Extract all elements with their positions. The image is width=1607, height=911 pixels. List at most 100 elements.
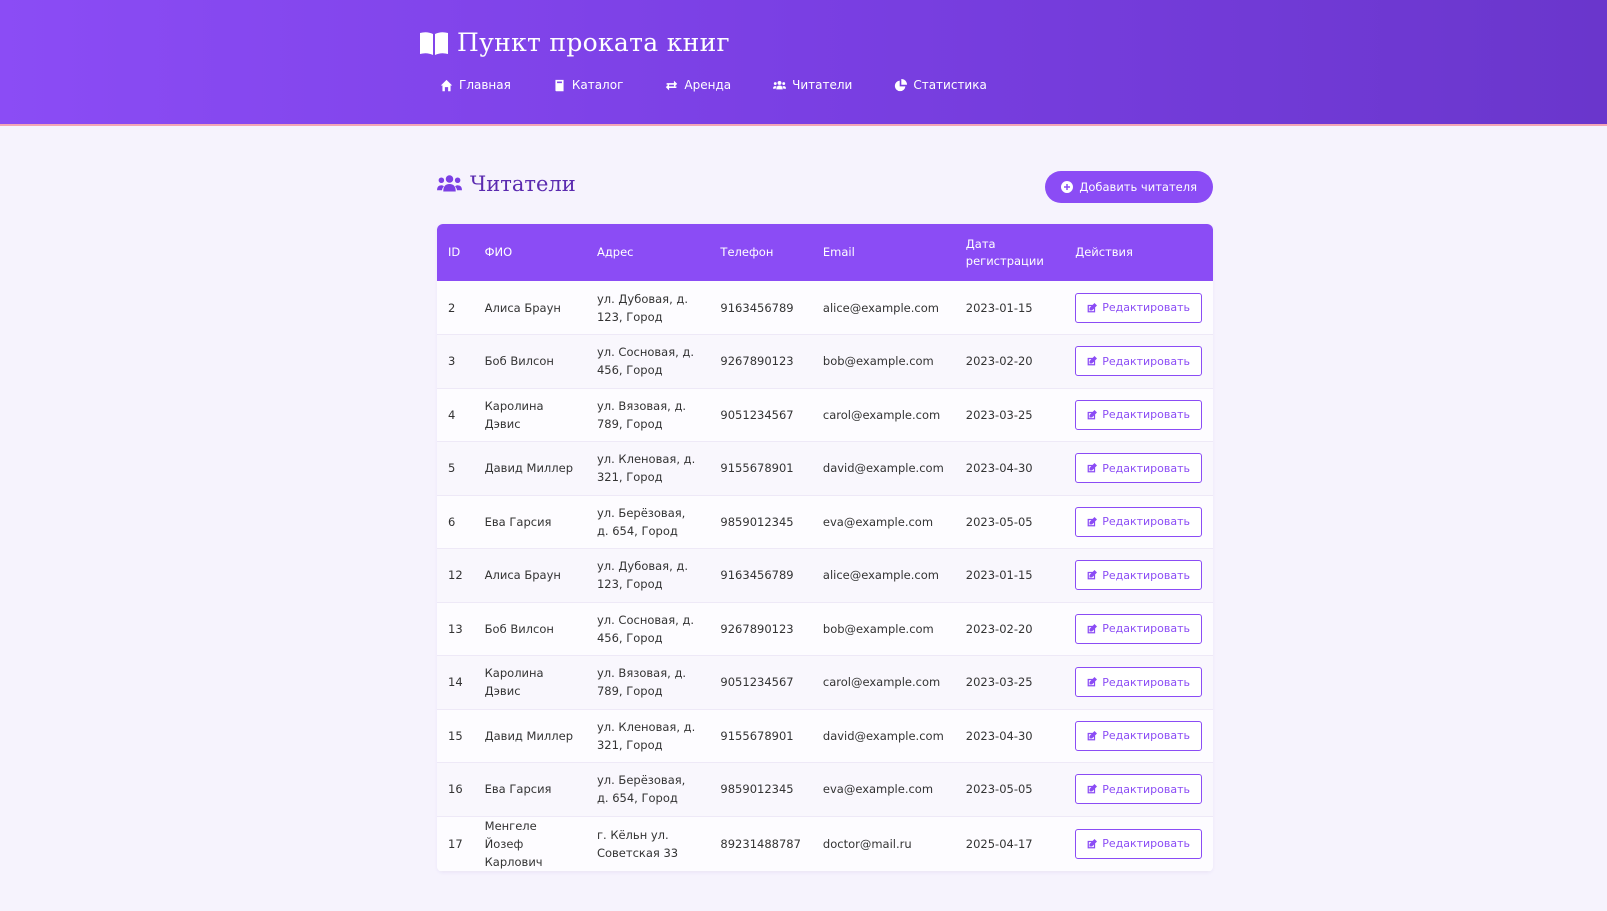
- cell-id: 13: [448, 621, 463, 636]
- edit-button[interactable]: Редактировать: [1075, 774, 1202, 805]
- edit-label: Редактировать: [1102, 515, 1190, 529]
- header-id: ID: [448, 245, 461, 259]
- table-header-row: ID ФИО Адрес Телефон Email Дата регистра…: [437, 224, 1213, 281]
- header-name: ФИО: [484, 245, 513, 259]
- edit-button[interactable]: Редактировать: [1075, 560, 1202, 591]
- cell-name: Менгеле Йозеф Карлович: [484, 818, 543, 869]
- header-actions: Действия: [1075, 245, 1133, 259]
- edit-button[interactable]: Редактировать: [1075, 613, 1202, 644]
- cell-address: ул. Вязовая, д. 789, Город: [596, 666, 687, 699]
- cell-id: 4: [448, 407, 456, 422]
- table-row: 3 Боб Вилсон ул. Сосновая, д. 456, Город 92…: [437, 334, 1213, 389]
- cell-id: 2: [448, 300, 456, 315]
- cell-email: eva@example.com: [822, 782, 934, 797]
- page-title: Читатели: [437, 172, 576, 196]
- edit-button[interactable]: Редактировать: [1075, 828, 1202, 859]
- edit-button[interactable]: Редактировать: [1075, 667, 1202, 698]
- table-row: 5 Давид Миллер ул. Кленовая, д. 321, Город…: [437, 441, 1213, 495]
- cell-name: Боб Вилсон: [484, 621, 554, 636]
- chart-pie-icon: [895, 78, 908, 91]
- cell-address: ул. Дубовая, д. 123, Город: [596, 559, 689, 592]
- edit-label: Редактировать: [1102, 568, 1190, 582]
- edit-label: Редактировать: [1102, 408, 1190, 422]
- edit-icon: [1087, 356, 1098, 366]
- cell-name: Каролина Дэвис: [484, 398, 544, 431]
- table-row: 13 Боб Вилсон ул. Сосновая, д. 456, Город 9…: [437, 602, 1213, 656]
- cell-id: 3: [448, 354, 456, 369]
- cell-actions: Редактировать: [1064, 495, 1213, 549]
- cell-email: david@example.com: [822, 728, 944, 743]
- cell-phone: 9051234567: [720, 407, 794, 422]
- add-reader-button[interactable]: Добавить читателя: [1045, 171, 1213, 203]
- header-date: Дата регистрации: [965, 236, 1044, 268]
- edit-icon: [1087, 677, 1098, 687]
- edit-button[interactable]: Редактировать: [1075, 506, 1202, 537]
- cell-name: Боб Вилсон: [484, 354, 554, 369]
- cell-date: 2023-04-30: [965, 728, 1033, 743]
- edit-icon: [1087, 623, 1098, 634]
- edit-button[interactable]: Редактировать: [1075, 346, 1202, 377]
- nav-item-catalog[interactable]: Каталог: [543, 74, 634, 96]
- page-title-text: Читатели: [470, 172, 576, 196]
- cell-id: 17: [448, 836, 463, 851]
- plus-circle-icon: [1061, 181, 1074, 193]
- cell-email: carol@example.com: [822, 407, 941, 422]
- cell-date: 2023-02-20: [965, 354, 1033, 369]
- edit-icon: [1087, 838, 1098, 848]
- brand[interactable]: Пункт проката книг: [419, 28, 730, 57]
- nav-item-home[interactable]: Главная: [430, 74, 521, 96]
- cell-id: 12: [448, 568, 463, 583]
- cell-id: 5: [448, 461, 456, 476]
- cell-date: 2023-01-15: [965, 300, 1033, 315]
- cell-email: bob@example.com: [822, 621, 934, 636]
- cell-name: Каролина Дэвис: [484, 666, 544, 699]
- nav-item-rent[interactable]: Аренда: [655, 74, 741, 96]
- edit-icon: [1087, 570, 1098, 580]
- cell-phone: 9163456789: [720, 568, 794, 583]
- cell-id: 6: [448, 514, 456, 529]
- cell-address: ул. Сосновая, д. 456, Город: [596, 612, 695, 645]
- edit-icon: [1087, 409, 1098, 420]
- edit-icon: [1087, 463, 1098, 473]
- cell-name: Алиса Браун: [484, 568, 561, 583]
- cell-email: doctor@mail.ru: [822, 836, 912, 851]
- edit-icon: [1087, 302, 1098, 312]
- edit-label: Редактировать: [1102, 301, 1190, 314]
- table-row: 2 Алиса Браун ул. Дубовая, д. 123, Город 91…: [437, 281, 1213, 335]
- cell-email: eva@example.com: [822, 514, 934, 529]
- edit-button[interactable]: Редактировать: [1075, 453, 1202, 484]
- exchange-icon: [666, 80, 678, 90]
- edit-icon: [1087, 730, 1098, 741]
- edit-button[interactable]: Редактировать: [1075, 399, 1202, 430]
- edit-button[interactable]: Редактировать: [1075, 292, 1202, 323]
- main-nav: Главная Каталог Аренда Читатели Статисти…: [430, 74, 1019, 96]
- cell-email: david@example.com: [822, 461, 944, 476]
- cell-address: ул. Сосновая, д. 456, Город: [596, 345, 695, 378]
- nav-label: Главная: [459, 78, 511, 92]
- edit-label: Редактировать: [1102, 837, 1190, 850]
- nav-label: Читатели: [792, 78, 853, 92]
- edit-button[interactable]: Редактировать: [1075, 720, 1202, 751]
- cell-actions: Редактировать: [1064, 281, 1213, 335]
- cell-phone: 9155678901: [720, 728, 794, 743]
- edit-icon: [1087, 516, 1098, 527]
- cell-address: ул. Вязовая, д. 789, Город: [596, 398, 687, 431]
- nav-item-stats[interactable]: Статистика: [884, 74, 997, 96]
- cell-date: 2023-05-05: [965, 514, 1033, 529]
- cell-phone: 9859012345: [720, 782, 794, 797]
- users-icon: [773, 80, 787, 89]
- cell-date: 2023-01-15: [965, 568, 1033, 583]
- nav-item-readers[interactable]: Читатели: [763, 74, 862, 96]
- cell-name: Давид Миллер: [484, 461, 574, 476]
- cell-address: ул. Кленовая, д. 321, Город: [596, 719, 696, 752]
- cell-actions: Редактировать: [1064, 335, 1213, 389]
- cell-name: Алиса Браун: [484, 300, 561, 315]
- cell-phone: 9155678901: [720, 461, 794, 476]
- cell-phone: 9267890123: [720, 354, 794, 369]
- cell-address: ул. Кленовая, д. 321, Город: [596, 452, 696, 485]
- cell-date: 2023-04-30: [965, 461, 1033, 476]
- cell-phone: 9859012345: [720, 514, 794, 529]
- table-row: 12 Алиса Браун ул. Дубовая, д. 123, Город 9…: [437, 548, 1213, 602]
- cell-actions: Редактировать: [1064, 388, 1213, 442]
- page-title-row: Читатели Добавить читателя: [437, 170, 1213, 206]
